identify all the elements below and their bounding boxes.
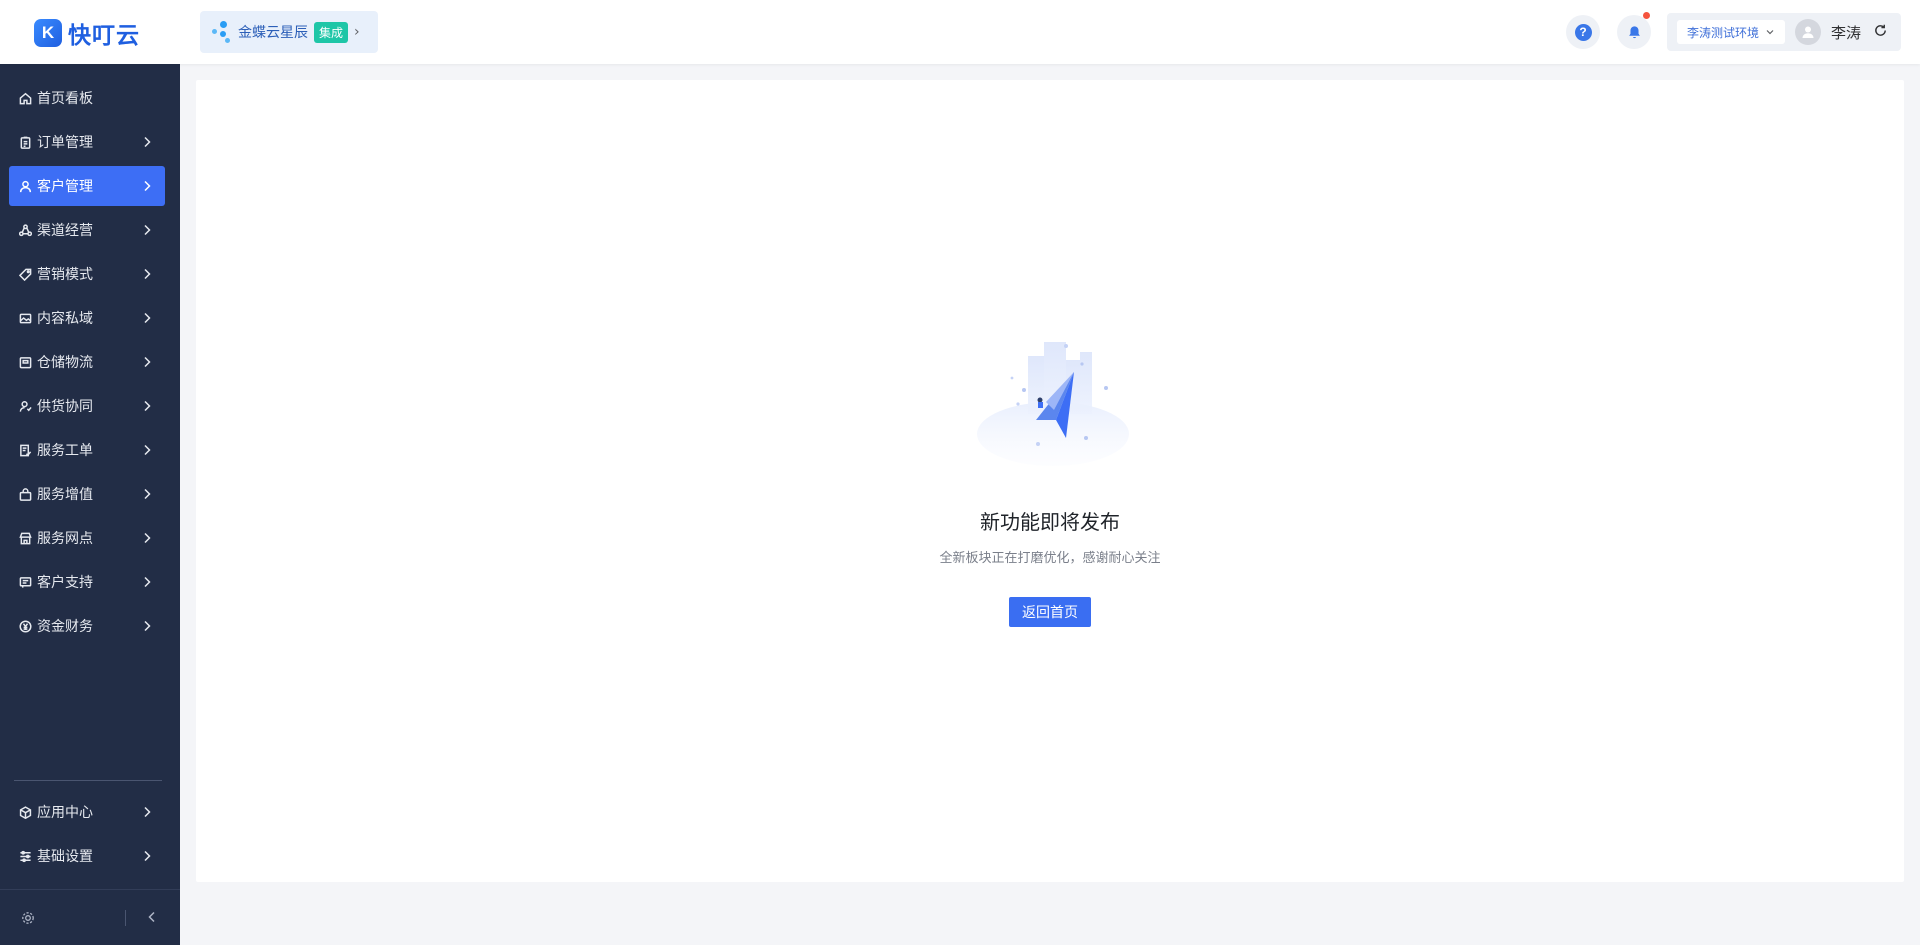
sidebar-item-value-added[interactable]: 服务增值 — [9, 474, 165, 514]
notifications-button[interactable] — [1617, 12, 1651, 49]
app-logo[interactable]: K 快叮云 — [34, 16, 140, 50]
logo-text: 快叮云 — [68, 23, 140, 49]
sidebar-item-work-orders[interactable]: 服务工单 — [9, 430, 165, 470]
sidebar-item-label: 内容私域 — [37, 311, 93, 327]
notification-dot — [1643, 12, 1650, 19]
help-button[interactable]: ? — [1566, 15, 1600, 49]
chevron-right-icon — [139, 574, 155, 590]
gear-icon[interactable] — [20, 910, 36, 926]
chevron-right-icon — [139, 486, 155, 502]
sidebar-item-label: 应用中心 — [37, 805, 93, 821]
integration-switcher[interactable]: 金蝶云星辰 集成 › — [200, 11, 378, 53]
sidebar-item-label: 服务工单 — [37, 443, 93, 459]
sidebar-item-dashboard[interactable]: 首页看板 — [9, 78, 165, 118]
sidebar-bottom-nav: 应用中心 基础设置 — [9, 792, 165, 880]
sidebar-item-orders[interactable]: 订单管理 — [9, 122, 165, 162]
sidebar-item-label: 渠道经营 — [37, 223, 93, 239]
store-icon — [17, 530, 33, 546]
sidebar-item-supply[interactable]: 供货协同 — [9, 386, 165, 426]
user-avatar-icon — [1802, 26, 1814, 38]
chevron-right-icon — [139, 530, 155, 546]
chevron-right-icon — [139, 134, 155, 150]
sidebar-item-channels[interactable]: 渠道经营 — [9, 210, 165, 250]
sidebar-item-label: 订单管理 — [37, 135, 93, 151]
sidebar-nav: 首页看板 订单管理 客户管理 渠道经营 营销模式 内容私域 仓储物流 供货协同 … — [9, 78, 165, 650]
sidebar-footer-divider — [0, 889, 180, 890]
sidebar-item-warehouse[interactable]: 仓储物流 — [9, 342, 165, 382]
sidebar-item-label: 首页看板 — [37, 91, 93, 107]
sidebar-item-label: 客户管理 — [37, 179, 93, 195]
empty-state-title: 新功能即将发布 — [980, 510, 1120, 534]
channel-icon — [17, 222, 33, 238]
yen-icon — [17, 618, 33, 634]
support-icon — [17, 574, 33, 590]
user-icon — [17, 178, 33, 194]
logo-mark-icon: K — [34, 19, 62, 47]
supplier-icon — [17, 398, 33, 414]
sidebar-item-service-points[interactable]: 服务网点 — [9, 518, 165, 558]
chevron-right-icon — [139, 618, 155, 634]
back-to-home-button[interactable]: 返回首页 — [1009, 597, 1091, 627]
tag-icon — [17, 266, 33, 282]
coming-soon-illustration — [977, 342, 1129, 466]
avatar[interactable] — [1795, 19, 1822, 45]
empty-state-description: 全新板块正在打磨优化，感谢耐心关注 — [939, 551, 1161, 566]
sidebar-item-content[interactable]: 内容私域 — [9, 298, 165, 338]
chevron-right-icon — [139, 848, 155, 864]
sidebar-item-label: 资金财务 — [37, 619, 93, 635]
integration-badge: 集成 — [314, 21, 349, 43]
question-icon: ? — [1574, 23, 1592, 41]
chevron-right-icon — [139, 222, 155, 238]
chevron-right-icon — [139, 804, 155, 820]
sidebar-item-customers[interactable]: 客户管理 — [9, 166, 165, 206]
chevron-right-icon — [139, 266, 155, 282]
cube-icon — [17, 804, 33, 820]
chevron-right-icon: › — [354, 24, 360, 40]
sidebar-item-support[interactable]: 客户支持 — [9, 562, 165, 602]
chevron-right-icon — [139, 354, 155, 370]
sidebar-item-label: 仓储物流 — [37, 355, 93, 371]
sidebar-divider — [14, 780, 162, 781]
top-header: K 快叮云 金蝶云星辰 集成 › ? 李涛测试环境 李涛 — [0, 0, 1920, 64]
footer-separator — [125, 910, 126, 926]
environment-select[interactable]: 李涛测试环境 — [1677, 20, 1786, 44]
chevron-right-icon — [139, 442, 155, 458]
chevron-down-icon — [1766, 30, 1774, 35]
sidebar-item-label: 供货协同 — [37, 399, 93, 415]
chevron-right-icon — [139, 178, 155, 194]
clipboard-icon — [17, 134, 33, 150]
image-icon — [17, 310, 33, 326]
bag-icon — [17, 486, 33, 502]
sidebar: 首页看板 订单管理 客户管理 渠道经营 营销模式 内容私域 仓储物流 供货协同 … — [0, 64, 180, 945]
environment-label: 李涛测试环境 — [1687, 25, 1760, 40]
home-icon — [17, 90, 33, 106]
user-name[interactable]: 李涛 — [1831, 22, 1861, 43]
bell-icon — [1628, 25, 1640, 38]
chevron-right-icon — [139, 310, 155, 326]
workorder-icon — [17, 442, 33, 458]
sidebar-item-settings[interactable]: 基础设置 — [9, 836, 165, 876]
sidebar-item-label: 营销模式 — [37, 267, 93, 283]
integration-name: 金蝶云星辰 — [238, 25, 308, 41]
sidebar-item-label: 客户支持 — [37, 575, 93, 591]
chevron-right-icon — [139, 398, 155, 414]
collapse-sidebar-icon[interactable] — [144, 909, 160, 925]
sidebar-item-app-center[interactable]: 应用中心 — [9, 792, 165, 832]
settings-icon — [17, 848, 33, 864]
sidebar-item-label: 服务增值 — [37, 487, 93, 503]
refresh-icon[interactable] — [1873, 23, 1888, 42]
warehouse-icon — [17, 354, 33, 370]
sidebar-item-finance[interactable]: 资金财务 — [9, 606, 165, 646]
sidebar-item-marketing[interactable]: 营销模式 — [9, 254, 165, 294]
main-content-card: 新功能即将发布 全新板块正在打磨优化，感谢耐心关注 返回首页 — [196, 80, 1904, 882]
sidebar-item-label: 服务网点 — [37, 531, 93, 547]
user-panel: 李涛测试环境 李涛 — [1667, 13, 1901, 51]
sidebar-item-label: 基础设置 — [37, 849, 93, 865]
kingdee-logo-icon — [212, 19, 232, 45]
